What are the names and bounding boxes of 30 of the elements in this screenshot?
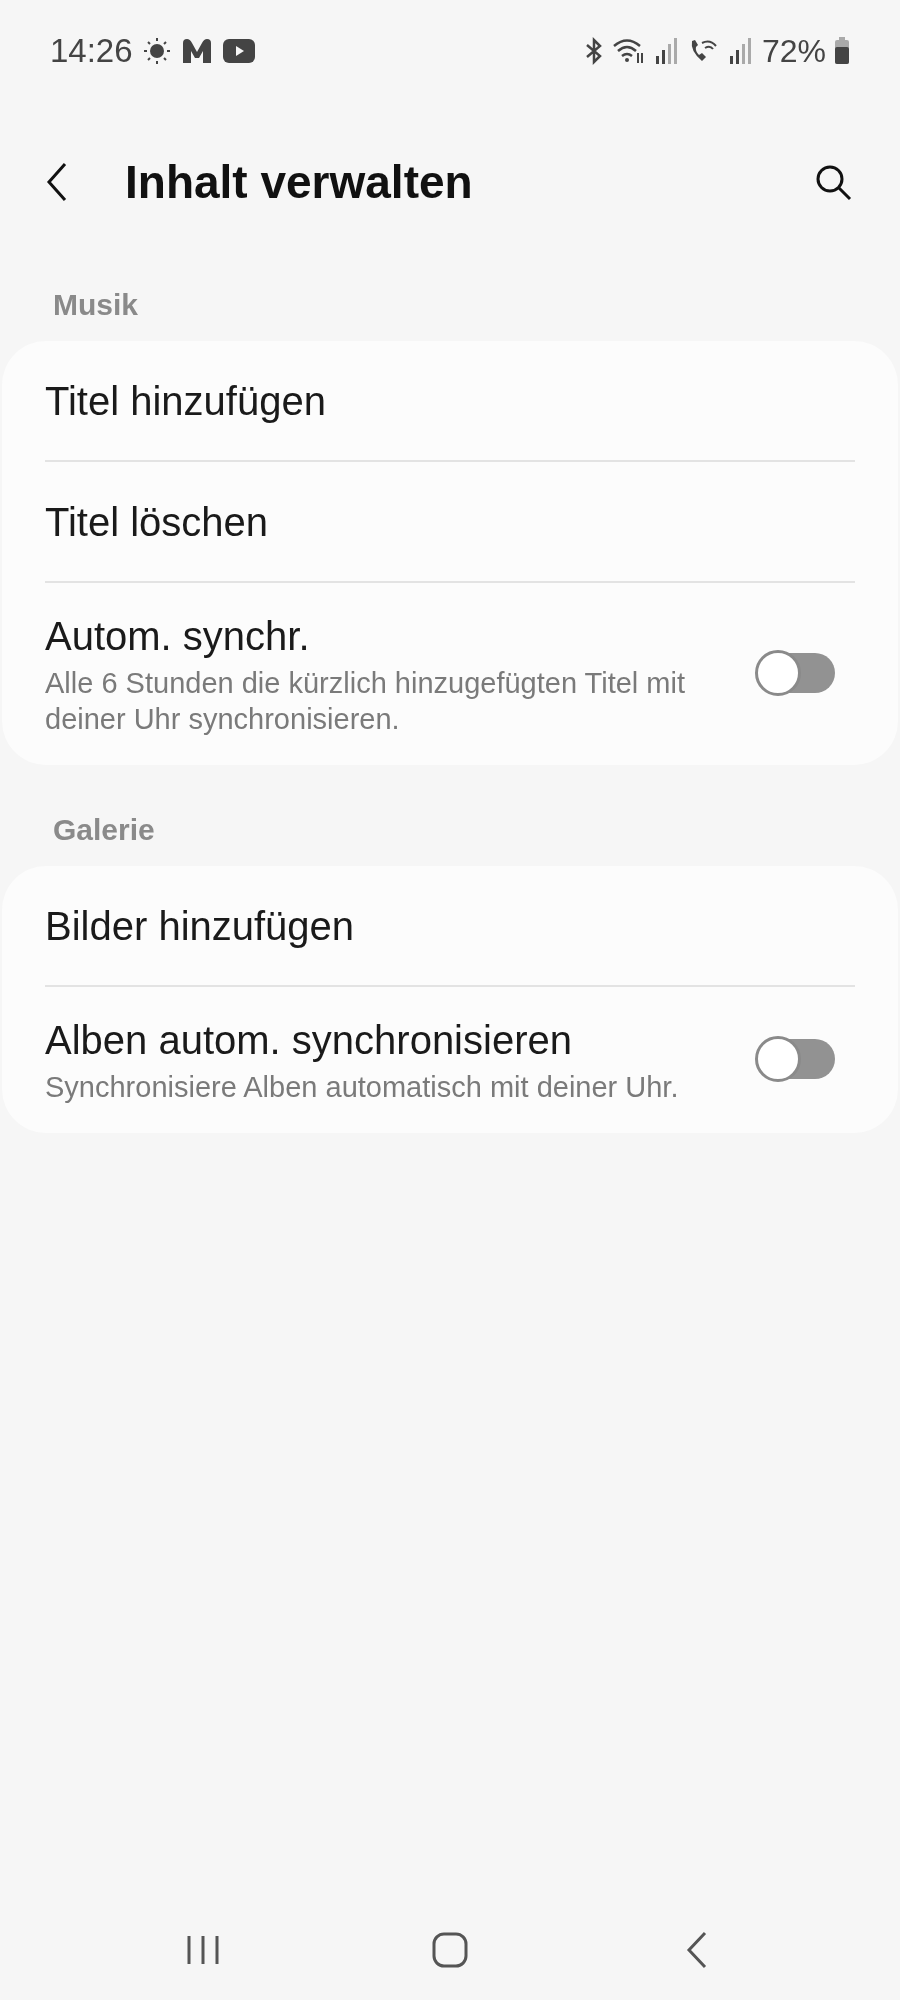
row-label: Alben autom. synchronisieren (45, 1017, 573, 1064)
signal-icon (727, 36, 754, 66)
status-time: 14:26 (50, 31, 133, 72)
settings-row[interactable]: Autom. synchr. Alle 6 Stunden die kürzlich hinzugefügten Titel mit deiner Uhr synchronisieren. (45, 583, 855, 765)
toggle-switch[interactable] (755, 650, 835, 698)
home-icon (432, 1932, 468, 1968)
row-description: Synchronisiere Alben automatisch mit deiner Uhr. (45, 1070, 680, 1105)
row-label: Titel löschen (45, 498, 270, 546)
row-label: Titel hinzufügen (45, 377, 327, 425)
back-icon (685, 1931, 708, 1969)
recent-apps-icon (185, 1934, 222, 1966)
toggle-switch[interactable] (755, 1036, 835, 1084)
section-header: Galerie (53, 813, 155, 846)
signal-icon (653, 36, 680, 66)
settings-row[interactable]: Titel löschen (45, 462, 855, 583)
settings-row[interactable]: Bilder hinzufügen (45, 866, 855, 987)
settings-row[interactable]: Alben autom. synchronisieren Synchronisiere Alben automatisch mit deiner Uhr. (45, 987, 855, 1133)
wifi-icon (611, 37, 646, 65)
page-title: Inhalt verwalten (125, 154, 474, 210)
battery-percent: 72% (761, 32, 826, 71)
battery-icon (834, 37, 850, 65)
back-icon (45, 162, 69, 202)
section-header: Musik (53, 288, 139, 321)
row-description: Alle 6 Stunden die kürzlich hinzugefügten Titel mit deiner Uhr synchronisieren. (45, 666, 686, 737)
app-icon (180, 37, 213, 65)
row-label: Bilder hinzufügen (45, 902, 356, 950)
play-video-icon (222, 39, 255, 63)
settings-row[interactable]: Titel hinzufügen (45, 341, 855, 462)
row-label: Autom. synchr. (45, 613, 311, 660)
sun-icon (142, 37, 171, 65)
